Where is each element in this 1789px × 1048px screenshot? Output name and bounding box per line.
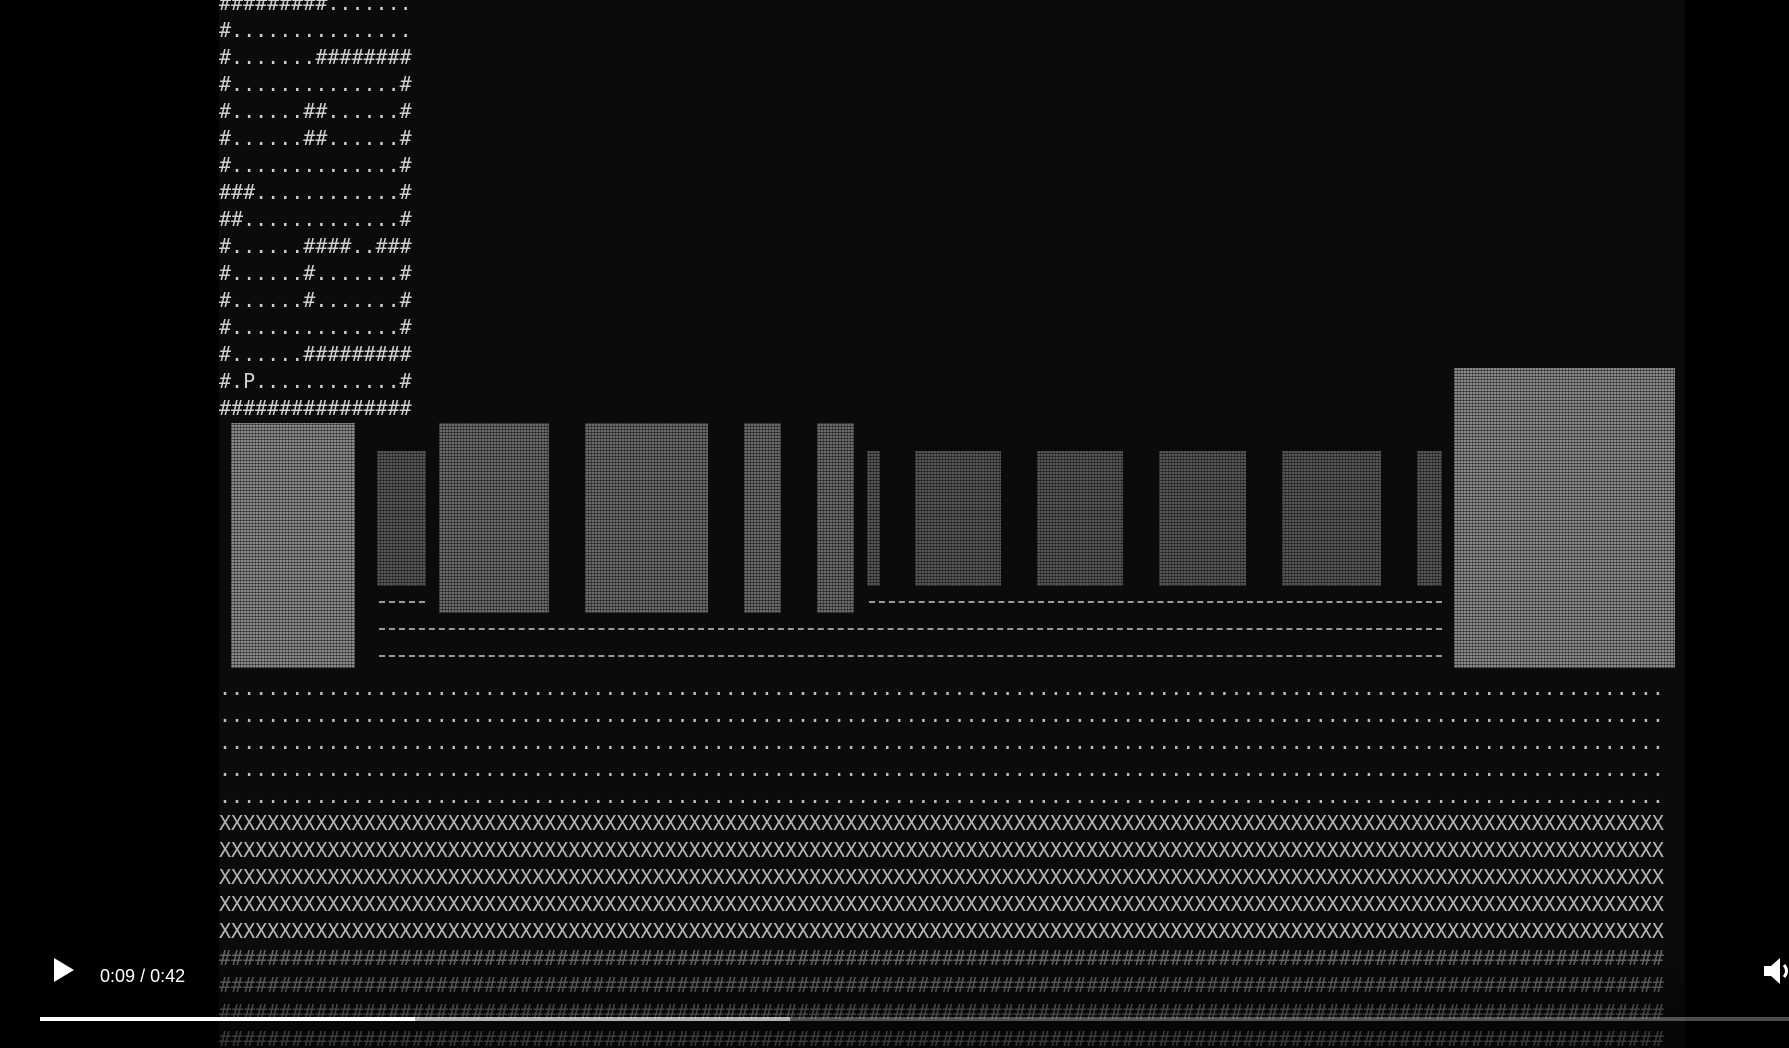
wall-block (231, 423, 355, 668)
video-frame: #########....... #............... #.....… (219, 0, 1685, 1048)
wall-block (867, 451, 880, 586)
time-display: 0:09 / 0:42 (100, 966, 185, 987)
floor-line (379, 655, 1442, 657)
wall-block (1417, 451, 1442, 586)
current-time: 0:09 (100, 966, 136, 986)
duration: 0:42 (150, 966, 186, 986)
progress-bar[interactable] (40, 1017, 1789, 1021)
ascii-minimap: #########....... #............... #.....… (219, 0, 412, 420)
ascii-floor-x: XXXXXXXXXXXXXXXXXXXXXXXXXXXXXXXXXXXXXXXX… (219, 811, 1664, 943)
wall-block (817, 423, 854, 613)
wall-block (1454, 368, 1675, 668)
volume-icon (1764, 958, 1788, 984)
wall-block (585, 423, 708, 613)
wall-block (744, 423, 781, 613)
floor-line (379, 628, 1442, 630)
time-separator: / (140, 966, 151, 986)
floor-line (379, 601, 425, 603)
wall-block (377, 451, 426, 586)
wall-block (1159, 451, 1246, 586)
play-button[interactable] (48, 955, 78, 985)
video-controls (0, 940, 1789, 1048)
play-icon (54, 958, 74, 982)
video-stage[interactable]: #########....... #............... #.....… (0, 0, 1789, 1048)
wall-block (915, 451, 1001, 586)
wall-block (1282, 451, 1381, 586)
floor-line (869, 601, 1442, 603)
volume-button[interactable] (1762, 955, 1789, 987)
ascii-floor-dots: ........................................… (219, 676, 1664, 808)
wall-block (1037, 451, 1123, 586)
wall-block (439, 423, 549, 613)
progress-played (40, 1017, 415, 1021)
